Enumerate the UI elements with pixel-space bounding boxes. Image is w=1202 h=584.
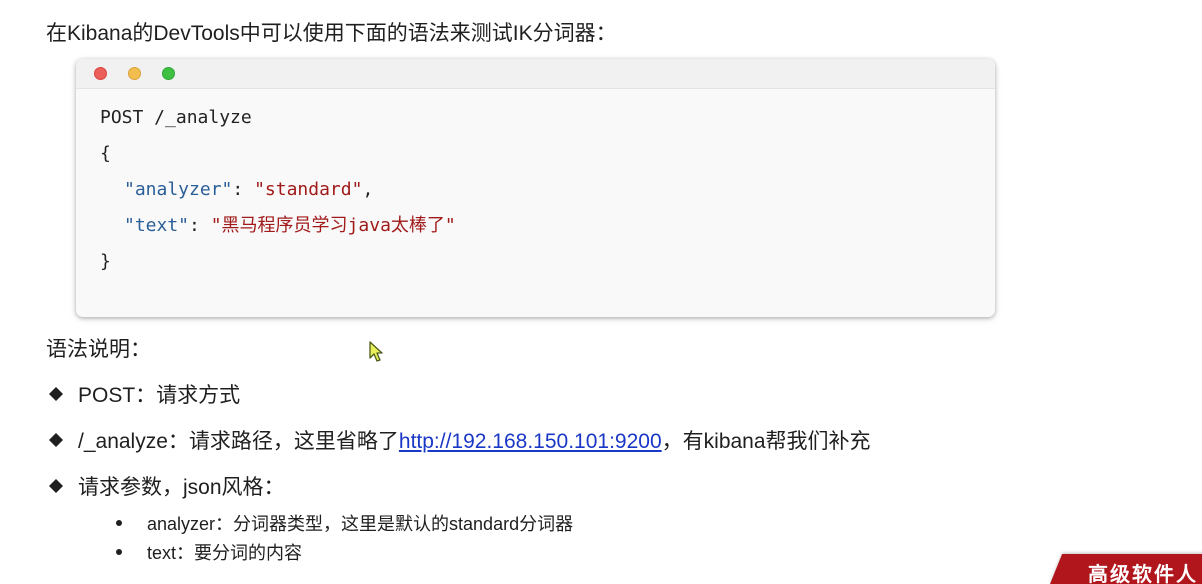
code-line-request: POST /_analyze (100, 107, 252, 128)
code-block: POST /_analyze { "analyzer": "standard",… (100, 104, 456, 284)
bullet-item-post: POST：请求方式 (48, 380, 871, 426)
window-title-bar (76, 59, 995, 89)
bullet-text-suffix: ，有kibana帮我们补充 (661, 430, 871, 453)
json-key-text: "text" (124, 215, 190, 236)
json-comma: , (362, 179, 374, 200)
dot-bullet-icon (116, 520, 122, 527)
diamond-bullet-icon (48, 386, 64, 402)
dot-bullet-icon (116, 549, 122, 556)
code-window: POST /_analyze { "analyzer": "standard",… (76, 59, 995, 317)
bullet-item-analyze: /_analyze：请求路径，这里省略了http://192.168.150.1… (48, 426, 871, 472)
bullet-text-prefix: /_analyze：请求路径，这里省略了 (78, 430, 399, 453)
bullet-list: POST：请求方式 /_analyze：请求路径，这里省略了http://192… (48, 380, 871, 518)
sub-bullet-text: analyzer：分词器类型，这里是默认的standard分词器 (147, 514, 574, 534)
json-value-text: "黑马程序员学习java太棒了" (210, 215, 456, 236)
json-separator: : (189, 215, 211, 236)
diamond-bullet-icon (48, 432, 64, 448)
sub-bullet-text: text：要分词的内容 (147, 543, 303, 563)
json-key-analyzer: "analyzer" (124, 179, 233, 200)
diamond-bullet-icon (48, 478, 64, 494)
maximize-window-button[interactable] (162, 67, 175, 80)
watermark-banner: 高级软件人 (1050, 554, 1202, 584)
close-window-button[interactable] (94, 67, 107, 80)
code-line-close-brace: } (100, 251, 111, 272)
sub-bullet-text-param: text：要分词的内容 (116, 539, 573, 568)
json-value-standard: "standard" (254, 179, 363, 200)
intro-text: 在Kibana的DevTools中可以使用下面的语法来测试IK分词器： (46, 22, 617, 45)
code-line-text: "text": "黑马程序员学习java太棒了" (100, 212, 456, 248)
code-line-open-brace: { (100, 143, 111, 164)
sub-bullet-analyzer: analyzer：分词器类型，这里是默认的standard分词器 (116, 510, 573, 539)
bullet-text: POST：请求方式 (78, 384, 241, 407)
minimize-window-button[interactable] (128, 67, 141, 80)
sub-bullet-list: analyzer：分词器类型，这里是默认的standard分词器 text：要分… (116, 510, 573, 568)
bullet-text: 请求参数，json风格： (78, 476, 285, 499)
mouse-cursor-icon (369, 341, 383, 362)
section-title: 语法说明： (46, 338, 151, 361)
watermark-text: 高级软件人 (1088, 562, 1199, 584)
es-url-link[interactable]: http://192.168.150.101:9200 (399, 430, 662, 453)
json-separator: : (232, 179, 255, 200)
code-line-analyzer: "analyzer": "standard", (100, 176, 456, 212)
